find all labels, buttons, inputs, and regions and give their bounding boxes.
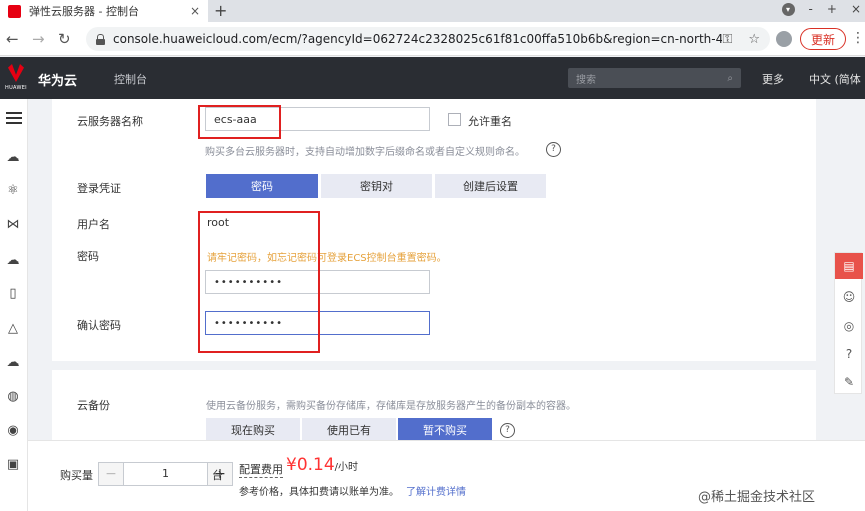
annotation-box-credentials — [198, 211, 320, 353]
hamburger-menu-icon[interactable] — [6, 112, 22, 124]
question-icon[interactable]: ? — [841, 346, 857, 362]
login-option-keypair[interactable]: 密钥对 — [321, 174, 432, 198]
backup-skip[interactable]: 暂不购买 — [398, 418, 492, 442]
console-link[interactable]: 控制台 — [114, 71, 147, 87]
edit-checklist-icon[interactable]: ✎ — [841, 374, 857, 390]
tab-close-icon[interactable]: × — [186, 4, 204, 18]
update-button[interactable]: 更新 — [800, 28, 846, 50]
floating-toolbar: ▤ ☺ ◎ ? ✎ — [834, 252, 863, 394]
more-menu[interactable]: 更多 — [762, 71, 784, 87]
browser-toolbar: ← → ↻ console.huaweicloud.com/ecm/?agenc… — [0, 22, 865, 56]
window-controls: ▾ - + × — [781, 2, 861, 16]
network-icon[interactable]: ⋈ — [5, 217, 21, 233]
server-name-hint: 购买多台云服务器时，支持自动增加数字后缀命名或者自定义规则命名。 — [205, 147, 525, 158]
confirm-password-label: 确认密码 — [77, 319, 121, 332]
pin-icon[interactable]: ◉ — [5, 423, 21, 439]
profile-avatar-icon[interactable] — [776, 31, 792, 47]
bookmark-star-icon[interactable]: ☆ — [748, 32, 760, 47]
backup-use-existing[interactable]: 使用已有 — [302, 418, 396, 442]
backup-card: 云备份 使用云备份服务，需购买备份存储库，存储库是存放服务器产生的备份副本的容器… — [52, 370, 816, 442]
backup-buy-now[interactable]: 现在购买 — [206, 418, 300, 442]
close-window-button[interactable]: × — [851, 2, 861, 16]
console-header: HUAWEI 华为云 控制台 搜索 ⌕ 更多 中文 (简体 — [0, 57, 865, 99]
login-credential-label: 登录凭证 — [77, 182, 121, 195]
watermark: @稀土掘金技术社区 — [698, 490, 816, 505]
forward-arrow-icon[interactable]: → — [32, 30, 45, 48]
decrement-button[interactable]: − — [99, 463, 123, 485]
quantity-label: 购买量 — [60, 469, 93, 482]
sail-icon[interactable]: △ — [5, 321, 21, 337]
huawei-favicon-icon — [8, 4, 21, 18]
browser-tabstrip: 弹性云服务器 - 控制台 × + ▾ - + × — [0, 0, 865, 22]
username-label: 用户名 — [77, 218, 110, 231]
browser-menu-icon[interactable]: ⋮ — [851, 30, 865, 46]
password-label: 密码 — [77, 250, 99, 263]
back-arrow-icon[interactable]: ← — [6, 30, 19, 48]
server-name-label: 云服务器名称 — [77, 115, 143, 128]
quantity-value[interactable]: 1 — [123, 463, 208, 485]
minimize-button[interactable]: - — [809, 2, 813, 16]
search-placeholder: 搜索 — [576, 74, 596, 86]
cloud-server-icon[interactable]: ☁ — [5, 150, 21, 166]
annotation-box-name — [198, 105, 281, 139]
globe-icon[interactable]: ◍ — [5, 389, 21, 405]
lock-icon[interactable] — [96, 33, 105, 45]
smiley-icon[interactable]: ☺ — [841, 289, 857, 305]
address-bar[interactable]: console.huaweicloud.com/ecm/?agencyId=06… — [86, 27, 770, 51]
language-selector[interactable]: 中文 (简体 — [809, 71, 861, 87]
help-icon[interactable]: ? — [546, 142, 561, 157]
support-headset-icon[interactable]: ◎ — [841, 318, 857, 334]
document-icon[interactable]: ▯ — [5, 286, 21, 302]
backup-help-icon[interactable]: ? — [500, 423, 515, 438]
huawei-logo-icon[interactable]: HUAWEI — [4, 63, 28, 93]
price-value: ¥0.14/小时 — [286, 455, 359, 475]
cloud-service-icon[interactable]: ☁ — [5, 355, 21, 371]
brand-name[interactable]: 华为云 — [38, 70, 77, 89]
url-text[interactable]: console.huaweicloud.com/ecm/?agencyId=06… — [113, 32, 722, 46]
basic-config-card: 云服务器名称 ecs-aaa 允许重名 购买多台云服务器时，支持自动增加数字后缀… — [52, 99, 816, 361]
reload-icon[interactable]: ↻ — [58, 30, 71, 48]
config-fee-label[interactable]: 配置费用 — [239, 461, 283, 478]
reference-note: 参考价格，具体扣费请以账单为准。 — [239, 487, 399, 498]
backup-hint: 使用云备份服务，需购买备份存储库，存储库是存放服务器产生的备份副本的容器。 — [206, 401, 576, 412]
browser-tab[interactable]: 弹性云服务器 - 控制台 × — [0, 0, 208, 22]
billing-details-link[interactable]: 了解计费详情 — [406, 483, 466, 498]
maximize-button[interactable]: + — [827, 2, 837, 16]
search-icon[interactable]: ⌕ — [727, 73, 733, 84]
database-cloud-icon[interactable]: ☁ — [5, 253, 21, 269]
cluster-icon[interactable]: ⚛ — [5, 183, 21, 199]
feedback-chat-icon[interactable]: ▤ — [835, 253, 863, 279]
header-search-input[interactable]: 搜索 ⌕ — [568, 68, 741, 88]
new-tab-button[interactable]: + — [214, 1, 227, 20]
tab-title: 弹性云服务器 - 控制台 — [29, 5, 139, 18]
login-option-later[interactable]: 创建后设置 — [435, 174, 546, 198]
left-service-nav: ☁ ⚛ ⋈ ☁ ▯ △ ☁ ◍ ◉ ▣ — [0, 99, 28, 511]
allow-duplicate-label: 允许重名 — [468, 115, 512, 128]
backup-label: 云备份 — [77, 399, 110, 412]
storage-icon[interactable]: ▣ — [5, 457, 21, 473]
key-icon[interactable]: ⚿ — [722, 32, 732, 47]
login-option-password[interactable]: 密码 — [206, 174, 318, 198]
quantity-unit: 台 — [212, 469, 223, 482]
allow-duplicate-checkbox[interactable] — [448, 113, 461, 126]
tab-search-icon[interactable]: ▾ — [781, 2, 795, 16]
